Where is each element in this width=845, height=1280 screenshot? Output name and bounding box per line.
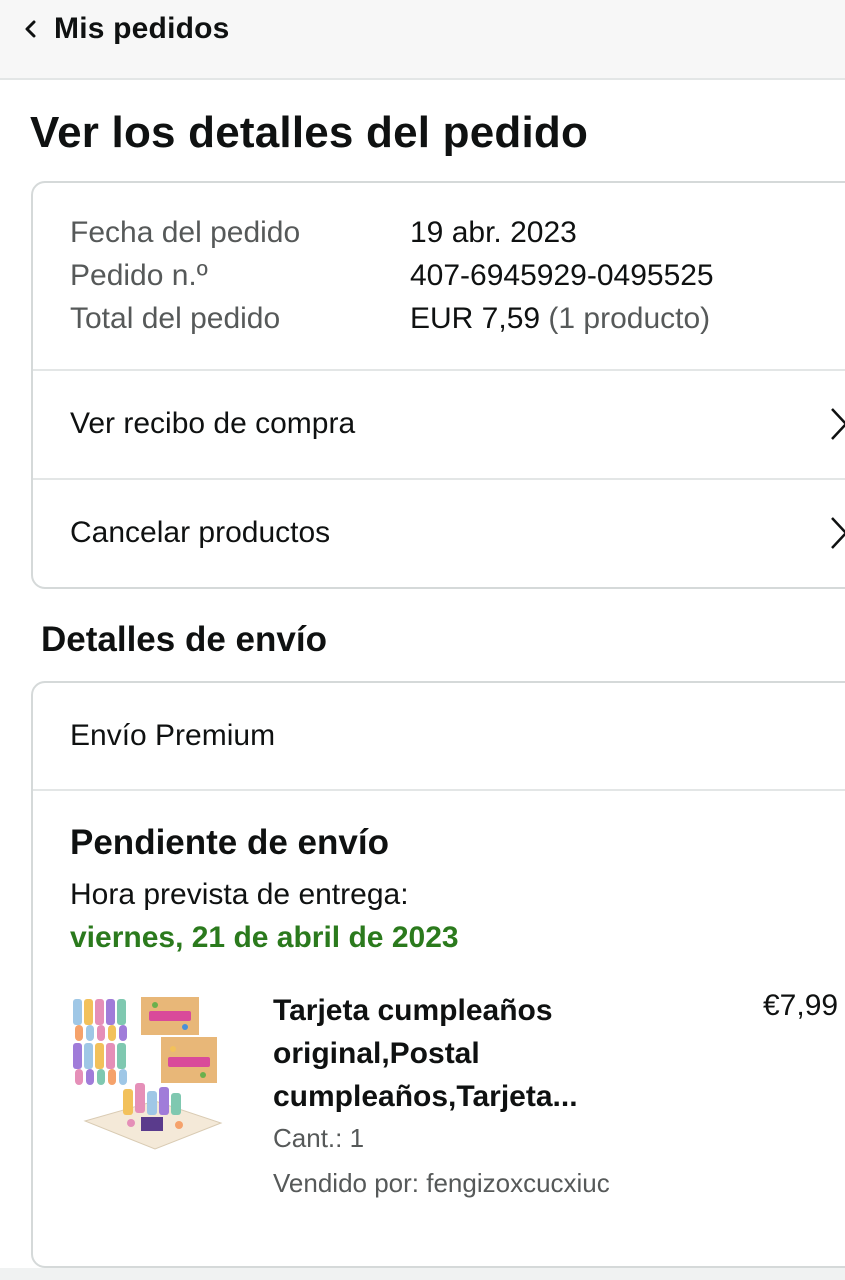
top-nav-bar: Mis pedidos bbox=[0, 0, 845, 80]
cancel-items-link[interactable]: Cancelar productos bbox=[33, 478, 845, 586]
back-label: Mis pedidos bbox=[54, 12, 230, 45]
view-receipt-label: Ver recibo de compra bbox=[70, 407, 356, 440]
order-date-value: 19 abr. 2023 bbox=[410, 215, 577, 249]
chevron-right-icon bbox=[831, 408, 845, 440]
product-thumbnail[interactable] bbox=[71, 993, 231, 1158]
order-total-value-wrap: EUR 7,59 (1 producto) bbox=[410, 302, 710, 336]
chevron-left-icon bbox=[25, 20, 36, 38]
popup-card-graphic bbox=[83, 1083, 223, 1150]
shipping-details-heading: Detalles de envío bbox=[41, 620, 327, 659]
delivery-estimate-date: viernes, 21 de abril de 2023 bbox=[70, 921, 459, 954]
shipment-status: Pendiente de envío bbox=[70, 823, 389, 862]
product-title-link[interactable]: Tarjeta cumpleaños original,Postal cumpl… bbox=[273, 989, 693, 1118]
product-price: €7,99 bbox=[763, 989, 839, 1022]
order-number-label: Pedido n.º bbox=[70, 258, 208, 292]
order-date-row: Fecha del pedido 19 abr. 2023 bbox=[70, 211, 714, 254]
order-date-label: Fecha del pedido bbox=[70, 215, 301, 249]
page-title: Ver los detalles del pedido bbox=[30, 108, 589, 157]
order-summary-card: Fecha del pedido 19 abr. 2023 Pedido n.º… bbox=[31, 181, 845, 589]
order-total-label: Total del pedido bbox=[70, 301, 281, 335]
bottom-divider bbox=[0, 1268, 845, 1280]
shipping-method: Envío Premium bbox=[70, 719, 276, 752]
birthday-card-graphic bbox=[141, 997, 217, 1083]
order-total-value: EUR 7,59 bbox=[410, 301, 541, 335]
order-info-list: Fecha del pedido 19 abr. 2023 Pedido n.º… bbox=[70, 211, 714, 340]
chevron-right-icon bbox=[831, 517, 845, 549]
back-to-orders-link[interactable]: Mis pedidos bbox=[22, 0, 230, 58]
order-item-count: (1 producto) bbox=[540, 301, 711, 335]
product-seller: Vendido por: fengizoxcucxiuc bbox=[273, 1168, 610, 1198]
view-receipt-link[interactable]: Ver recibo de compra bbox=[33, 369, 845, 477]
order-number-value: 407-6945929-0495525 bbox=[410, 258, 714, 292]
shipment-card: Envío Premium Pendiente de envío Hora pr… bbox=[31, 681, 845, 1268]
delivery-estimate-label: Hora prevista de entrega: bbox=[70, 878, 409, 911]
cancel-items-label: Cancelar productos bbox=[70, 516, 331, 549]
number-cards-graphic bbox=[73, 999, 127, 1085]
order-number-row: Pedido n.º 407-6945929-0495525 bbox=[70, 254, 714, 297]
shipping-method-row: Envío Premium bbox=[33, 683, 845, 791]
order-total-row: Total del pedido EUR 7,59 (1 producto) bbox=[70, 297, 714, 340]
product-quantity: Cant.: 1 bbox=[273, 1123, 365, 1153]
